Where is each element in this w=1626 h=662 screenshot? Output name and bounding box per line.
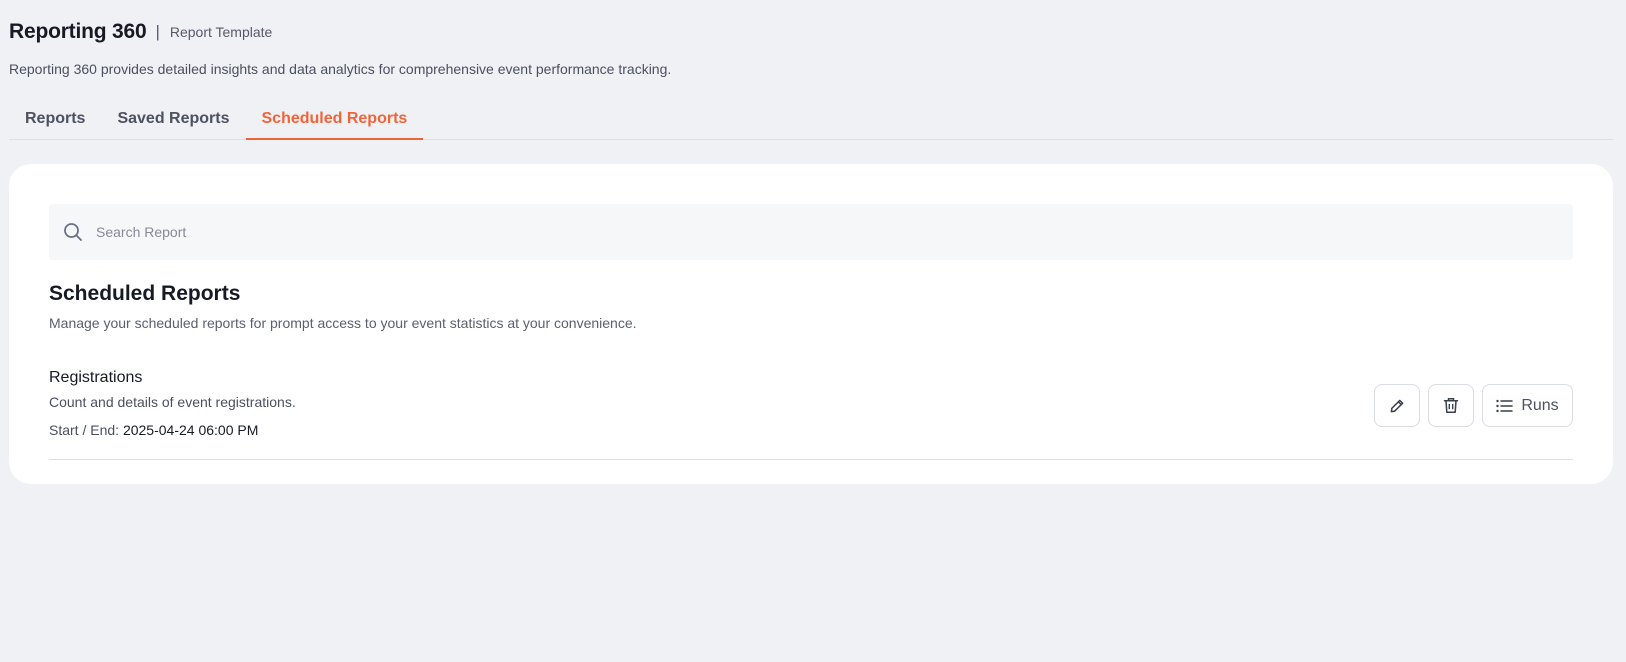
runs-button[interactable]: Runs	[1482, 384, 1573, 427]
search-bar	[49, 204, 1573, 260]
dates-label: Start / End:	[49, 422, 120, 438]
report-actions: Runs	[1374, 384, 1573, 427]
page-description: Reporting 360 provides detailed insights…	[9, 61, 672, 77]
report-name: Registrations	[49, 369, 143, 386]
tab-reports[interactable]: Reports	[9, 104, 101, 140]
tab-bar: Reports Saved Reports Scheduled Reports	[9, 104, 1613, 140]
tab-scheduled-reports[interactable]: Scheduled Reports	[245, 104, 424, 140]
tab-saved-reports[interactable]: Saved Reports	[101, 104, 245, 140]
report-dates: Start / End: 2025-04-24 06:00 PM	[49, 422, 258, 438]
list-item: Registrations Count and details of event…	[49, 362, 1573, 460]
section-description: Manage your scheduled reports for prompt…	[49, 315, 637, 331]
title-separator: |	[155, 22, 160, 41]
trash-icon	[1443, 397, 1459, 414]
edit-button[interactable]	[1374, 384, 1420, 427]
pencil-icon	[1389, 398, 1405, 414]
page-title: Reporting 360	[9, 20, 147, 43]
page: Reporting 360 | Report Template Reportin…	[0, 0, 1626, 662]
page-subtitle: Report Template	[169, 24, 273, 40]
search-input[interactable]	[96, 224, 1496, 240]
section-title: Scheduled Reports	[49, 282, 241, 305]
dates-value: 2025-04-24 06:00 PM	[122, 422, 259, 438]
report-description: Count and details of event registrations…	[49, 394, 296, 410]
runs-label: Runs	[1521, 396, 1559, 414]
page-header: Reporting 360 | Report Template	[9, 20, 272, 44]
list-icon	[1496, 399, 1514, 413]
search-icon	[62, 221, 84, 243]
content-card: Scheduled Reports Manage your scheduled …	[9, 164, 1613, 484]
delete-button[interactable]	[1428, 384, 1474, 427]
